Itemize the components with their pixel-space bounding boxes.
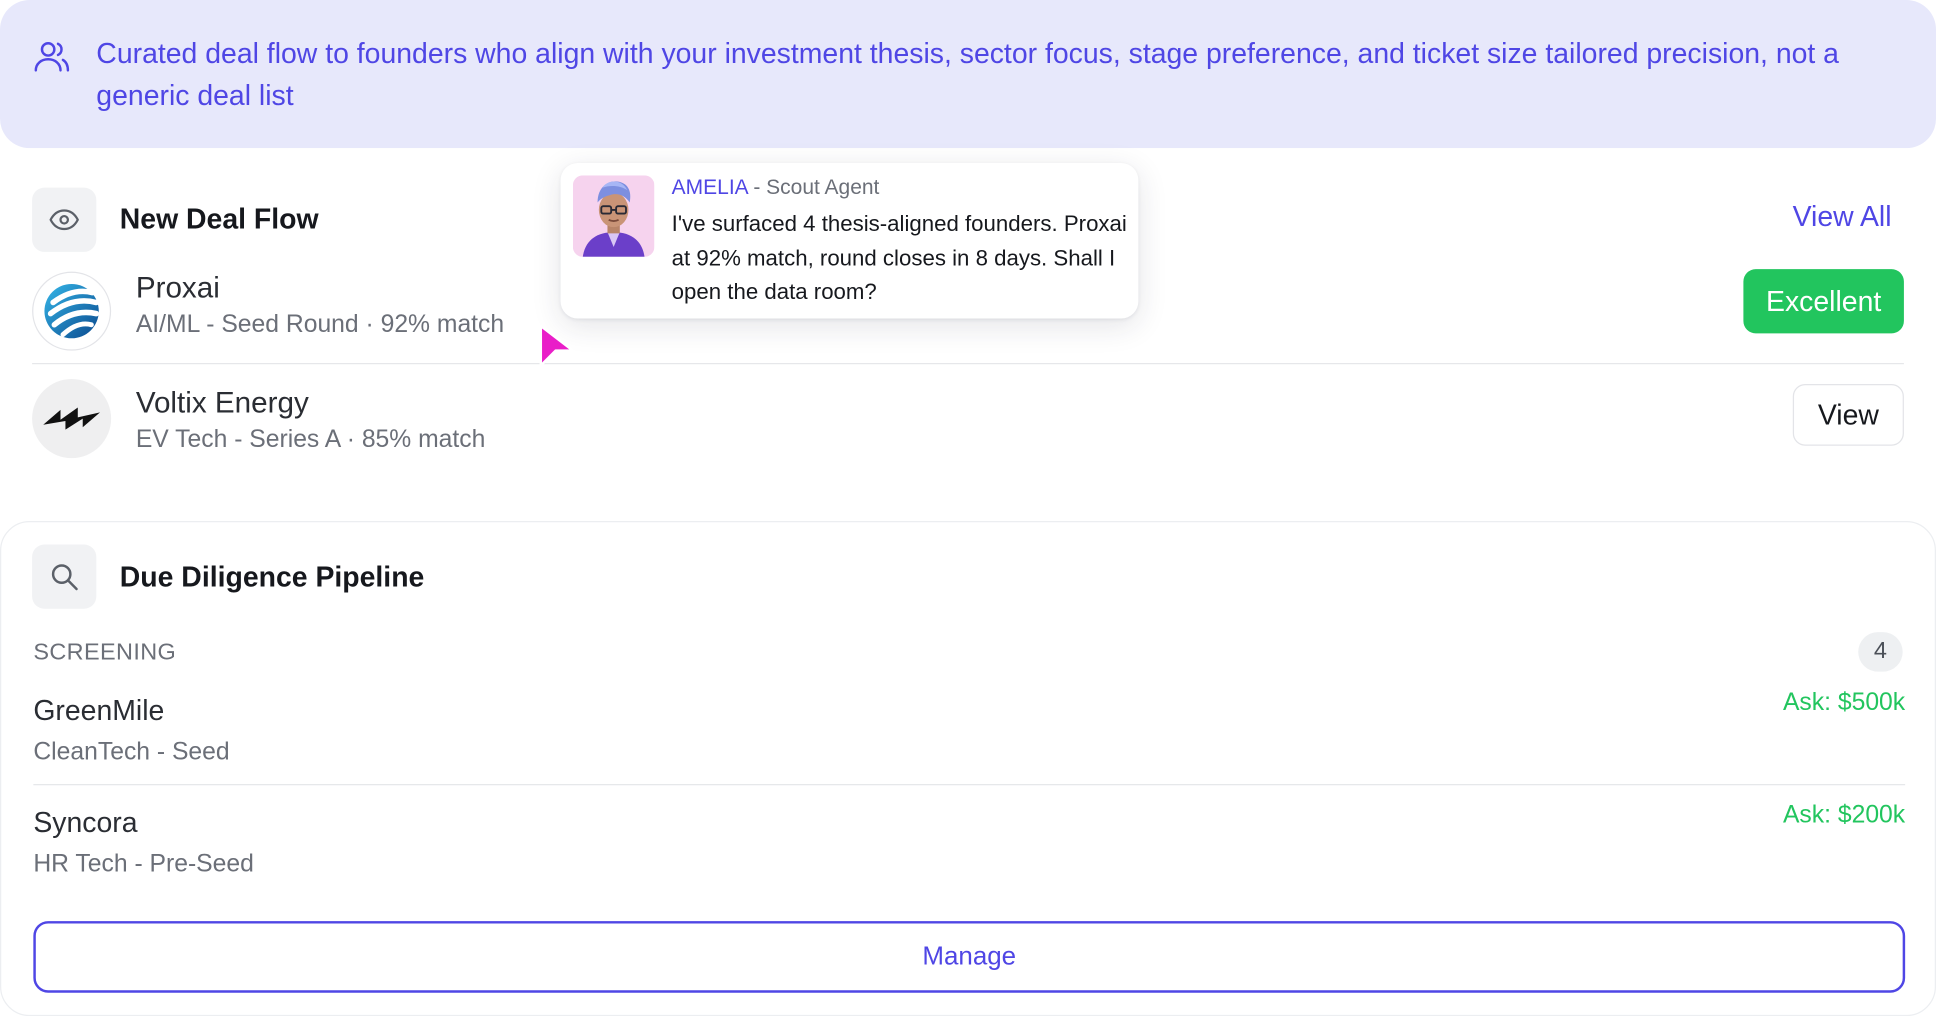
deal-flow-icon-tile [32,187,97,252]
count-badge: 4 [1858,632,1903,672]
view-button[interactable]: View [1792,383,1904,446]
cursor-arrow-icon [539,324,575,367]
eye-icon [49,209,79,231]
voltix-logo-mark [43,407,101,430]
pipeline-item-ask: Ask: $200k [1782,801,1906,829]
people-icon [34,41,70,72]
voltix-logo [32,379,112,459]
excellent-button[interactable]: Excellent [1743,269,1904,334]
due-diligence-card: Due Diligence Pipeline SCREENING 4 Green… [0,521,1936,1016]
manage-button[interactable]: Manage [33,921,1906,993]
deal-name: Proxai [135,271,220,305]
deal-flow-title: New Deal Flow [119,202,319,235]
info-banner: Curated deal flow to founders who align … [0,0,1936,149]
proxai-logo-mark [44,283,100,339]
agent-name: AMELIA [671,175,748,199]
pipeline-item-ask: Ask: $500k [1782,688,1906,717]
pipeline-item-subtitle: HR Tech - Pre-Seed [33,850,254,878]
agent-avatar-image [572,175,655,257]
deal-subtitle: EV Tech - Series A · 85% match [135,425,486,454]
deal-name: Voltix Energy [135,386,309,420]
proxai-logo [32,271,112,351]
agent-separator: - [747,175,767,199]
agent-message-popup: AMELIA - Scout Agent I've surfaced 4 the… [560,162,1139,319]
pipeline-title: Due Diligence Pipeline [119,560,425,593]
view-all-link[interactable]: View All [1793,200,1892,233]
agent-role: Scout Agent [766,175,880,199]
deal-row-voltix[interactable]: Voltix Energy EV Tech - Series A · 85% m… [32,379,1904,475]
stage-label: SCREENING [33,639,177,666]
agent-avatar [572,175,655,257]
pipeline-icon-tile [32,544,97,609]
search-icon [51,564,78,591]
deal-subtitle: AI/ML - Seed Round · 92% match [135,311,505,339]
app-stage: Curated deal flow to founders who align … [0,0,1936,1016]
agent-message: I've surfaced 4 thesis-aligned founders.… [671,211,1127,304]
pipeline-row-greenmile[interactable]: GreenMile CleanTech - Seed Ask: $500k [33,688,1906,786]
agent-header: AMELIA - Scout Agent [672,175,880,200]
pipeline-item-name: GreenMile [33,693,165,727]
pipeline-item-name: Syncora [33,806,138,839]
pipeline-item-subtitle: CleanTech - Seed [33,738,230,766]
banner-text: Curated deal flow to founders who align … [96,37,1839,112]
pipeline-row-syncora[interactable]: Syncora HR Tech - Pre-Seed Ask: $200k [33,801,1905,887]
